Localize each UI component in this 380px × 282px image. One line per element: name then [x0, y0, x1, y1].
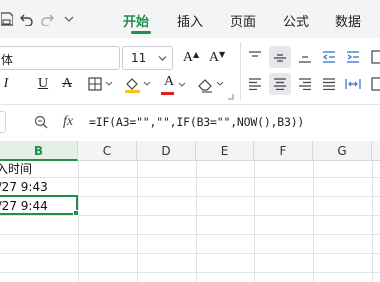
name-box[interactable] [0, 111, 6, 133]
decrease-font-button[interactable]: A ▼ [206, 47, 228, 69]
wrap-text-button[interactable] [370, 47, 380, 67]
increase-font-label: A [182, 50, 193, 65]
spreadsheet-grid: B C D E F G 入时间 6/27 9:43 6/27 9:44 [0, 141, 380, 282]
ribbon-home: 体 11 A ▲ A ▼ I U A A [0, 38, 380, 102]
clear-format-button[interactable] [196, 74, 226, 96]
active-tab-indicator [131, 31, 151, 34]
gridline [137, 161, 138, 282]
align-bottom-button[interactable] [296, 47, 314, 67]
gridline [0, 234, 380, 235]
outdent-icon [322, 51, 335, 63]
chevron-down-icon[interactable] [62, 9, 76, 29]
font-name-value: 体 [1, 53, 14, 67]
font-size-select[interactable]: 11 [122, 46, 173, 70]
tab-insert[interactable]: 插入 [177, 11, 203, 30]
underline-label: U [37, 76, 49, 91]
undo-icon[interactable] [18, 9, 36, 29]
redo-icon[interactable] [38, 9, 56, 29]
column-header-e[interactable]: E [196, 141, 254, 161]
align-center-icon [274, 78, 286, 90]
tab-page[interactable]: 页面 [230, 11, 256, 30]
paint-bucket-icon [125, 78, 151, 93]
font-color-label: A [164, 74, 175, 89]
formula-bar: fx =IF(A3="","",IF(B3="",NOW(),B3)) [0, 104, 380, 140]
insert-function-button[interactable]: fx [63, 114, 73, 130]
formula-input[interactable]: =IF(A3="","",IF(B3="",NOW(),B3)) [89, 115, 304, 129]
font-name-select[interactable]: 体 [0, 46, 120, 70]
zoom-icon[interactable] [32, 113, 50, 131]
fill-color-button[interactable] [122, 74, 154, 96]
column-header-h[interactable] [372, 141, 380, 161]
column-header-b[interactable]: B [0, 141, 78, 161]
column-header-c[interactable]: C [78, 141, 137, 161]
dialog-launcher-icon[interactable] [228, 94, 234, 100]
gridline [254, 161, 255, 282]
ribbon-separator [240, 42, 241, 100]
gridline [372, 161, 373, 282]
font-size-value: 11 [131, 51, 147, 65]
align-left-button[interactable] [246, 74, 264, 94]
align-right-icon [299, 78, 311, 90]
align-bottom-icon [299, 56, 311, 63]
column-header-g[interactable]: G [313, 141, 372, 161]
gridline [196, 161, 197, 282]
gridline [0, 253, 380, 254]
decrease-indent-button[interactable] [320, 47, 338, 67]
strikethrough-button[interactable]: A [58, 74, 76, 94]
merge-icon [371, 77, 380, 91]
active-cell-selection[interactable] [0, 195, 78, 215]
gridline [313, 161, 314, 282]
gridline [78, 161, 79, 282]
fill-handle[interactable] [73, 210, 79, 216]
cell-b2[interactable]: 入时间 [0, 160, 76, 179]
align-top-button[interactable] [246, 47, 264, 67]
eraser-icon [198, 79, 224, 93]
column-header-f[interactable]: F [254, 141, 313, 161]
indent-icon [347, 51, 359, 63]
underline-button[interactable]: U [34, 74, 52, 94]
align-middle-button[interactable] [269, 46, 291, 68]
strikethrough-label: A [61, 76, 73, 91]
distributed-icon [345, 79, 361, 89]
borders-button[interactable] [86, 74, 116, 94]
column-header-d[interactable]: D [137, 141, 196, 161]
top-tab-bar: 开始 插入 页面 公式 数据 [0, 0, 380, 38]
chevron-down-icon [158, 56, 167, 61]
decrease-font-label: A [208, 50, 219, 65]
align-right-button[interactable] [296, 74, 314, 94]
tab-data[interactable]: 数据 [335, 11, 361, 30]
justify-button[interactable] [320, 74, 338, 94]
wrap-icon [371, 50, 380, 64]
tab-home[interactable]: 开始 [123, 11, 149, 30]
align-middle-icon [274, 54, 286, 62]
align-top-icon [249, 51, 261, 57]
italic-icon[interactable]: I [0, 74, 12, 94]
borders-icon [88, 77, 113, 91]
gridline [0, 272, 380, 273]
save-icon[interactable] [0, 9, 14, 29]
align-center-button[interactable] [269, 73, 291, 95]
distributed-align-button[interactable] [344, 74, 362, 94]
font-color-button[interactable]: A [158, 74, 188, 96]
tab-formulas[interactable]: 公式 [283, 11, 309, 30]
increase-indent-button[interactable] [344, 47, 362, 67]
merge-cells-button[interactable] [370, 74, 380, 94]
align-left-icon [249, 78, 261, 90]
increase-font-button[interactable]: A ▲ [180, 47, 202, 69]
justify-icon [323, 78, 335, 90]
